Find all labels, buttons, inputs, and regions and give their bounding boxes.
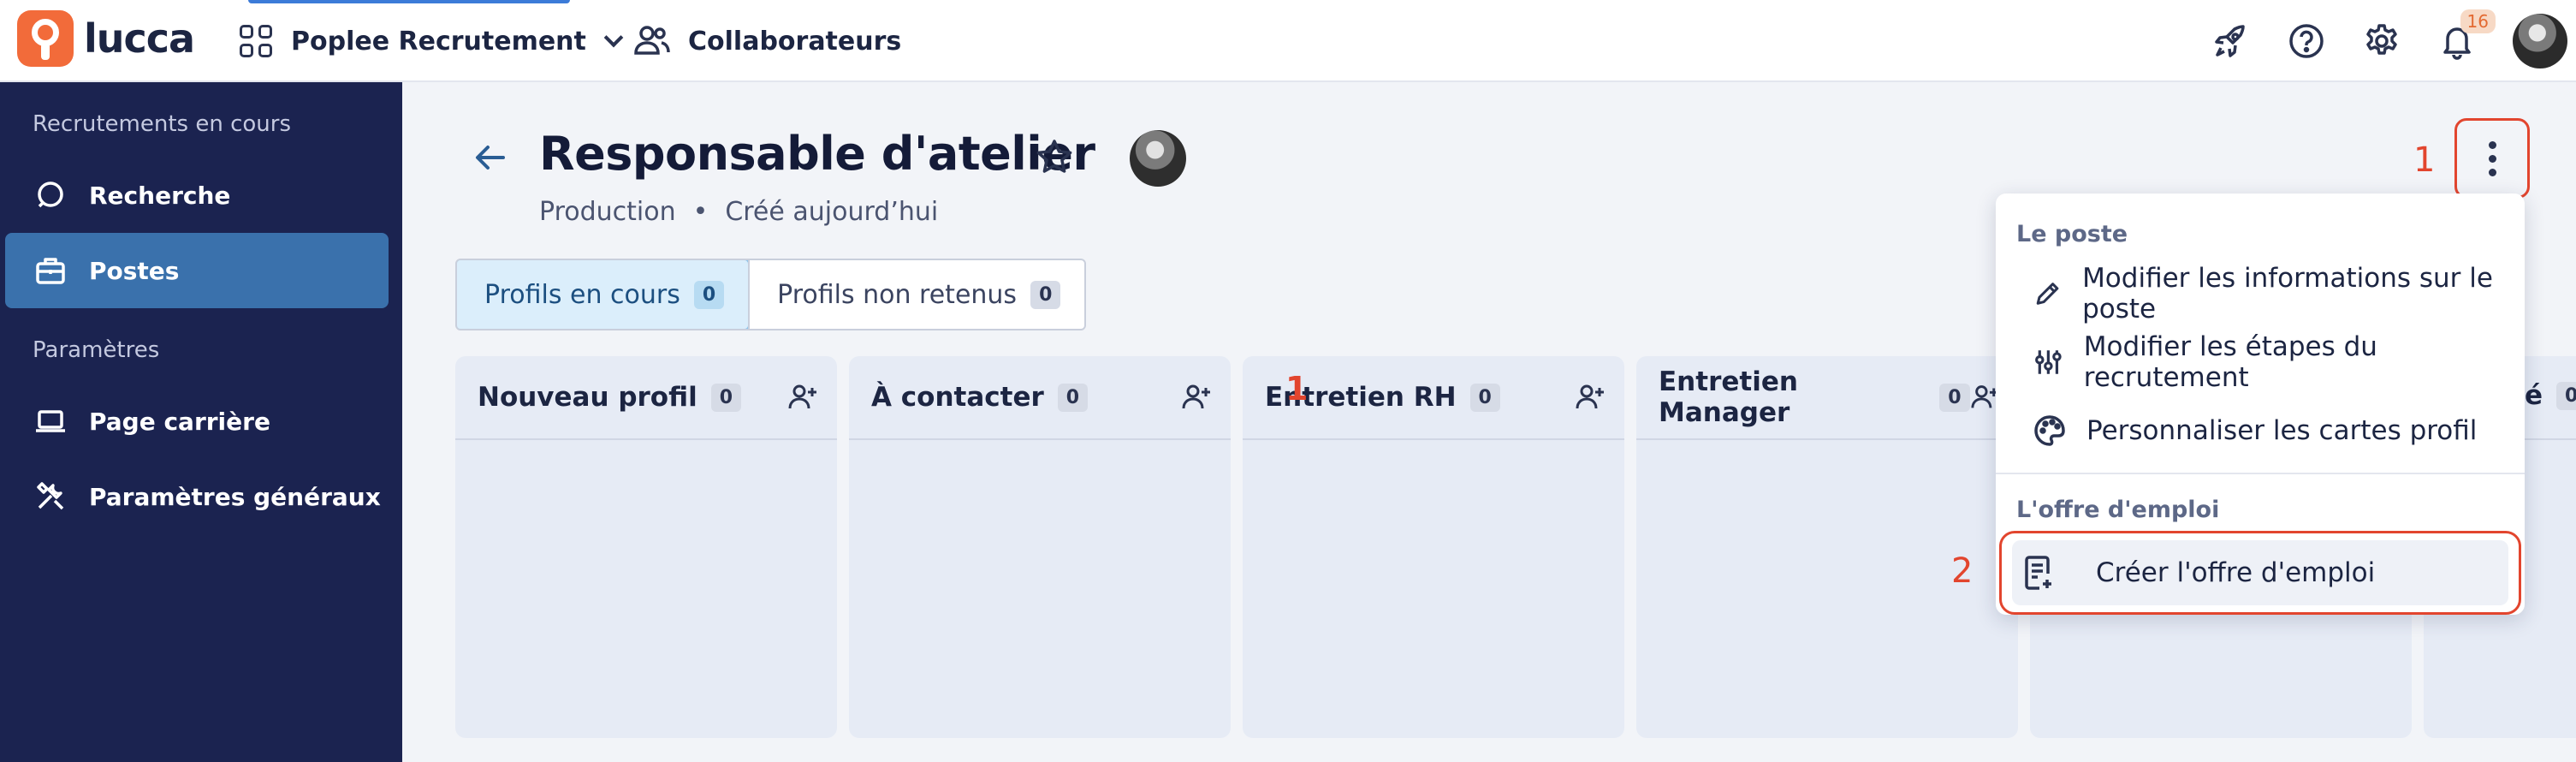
annotation-number: 1 bbox=[1285, 370, 1309, 408]
tab-label: Profils en cours bbox=[484, 279, 680, 310]
app-switcher[interactable]: Poplee Recrutement bbox=[240, 0, 624, 65]
menu-item-label: Créer l'offre d'emploi bbox=[2096, 557, 2376, 588]
sidebar-section-settings: Paramètres bbox=[33, 337, 160, 363]
column-header: Nouveau profil 0 bbox=[455, 356, 837, 440]
menu-item-edit-job-info[interactable]: Modifier les informations sur le poste bbox=[2009, 260, 2511, 327]
page-title: Responsable d'atelier bbox=[539, 127, 1095, 181]
menu-item-label: Modifier les informations sur le poste bbox=[2082, 263, 2493, 324]
bell-icon[interactable]: 16 bbox=[2437, 9, 2496, 61]
collaborators-label: Collaborateurs bbox=[688, 26, 902, 57]
job-actions-menu: Le poste Modifier les informations sur l… bbox=[1996, 193, 2525, 615]
people-icon bbox=[634, 26, 670, 55]
rocket-icon[interactable] bbox=[2211, 21, 2251, 61]
job-subtitle: Production • Créé aujourd’hui bbox=[539, 197, 938, 227]
column-title-clipped: é 0 bbox=[2525, 380, 2576, 411]
annotation-number: 2 bbox=[1951, 551, 1974, 591]
pencil-icon bbox=[2036, 283, 2059, 305]
search-icon bbox=[38, 182, 63, 208]
help-icon[interactable] bbox=[2287, 21, 2326, 61]
tab-count: 0 bbox=[1030, 280, 1061, 309]
back-arrow-icon[interactable] bbox=[472, 142, 508, 173]
column-title: Nouveau profil bbox=[478, 382, 697, 413]
separator-dot: • bbox=[692, 197, 709, 227]
add-person-icon[interactable] bbox=[787, 382, 818, 413]
user-avatar[interactable] bbox=[2513, 14, 2567, 68]
laptop-icon bbox=[36, 410, 65, 432]
column-title: é bbox=[2525, 380, 2543, 411]
column-count: 0 bbox=[1057, 383, 1089, 412]
sidebar-item-label: Recherche bbox=[89, 181, 231, 210]
menu-item-label: Modifier les étapes du recrutement bbox=[2083, 331, 2377, 393]
recruiter-avatar[interactable] bbox=[1130, 130, 1186, 187]
menu-item-customize-cards[interactable]: Personnaliser les cartes profil bbox=[2009, 397, 2511, 464]
sidebar-item-page-carriere[interactable]: Page carrière bbox=[5, 384, 389, 459]
tools-icon bbox=[37, 482, 64, 510]
tab-profils-non-retenus[interactable]: Profils non retenus 0 bbox=[748, 260, 1084, 329]
kanban-column: À contacter 0 bbox=[849, 356, 1231, 738]
app-name: Poplee Recrutement bbox=[291, 26, 586, 57]
more-options-button[interactable] bbox=[2454, 118, 2530, 199]
column-count: 0 bbox=[710, 383, 742, 412]
palette-icon bbox=[2034, 415, 2065, 446]
sidebar-item-label: Paramètres généraux bbox=[89, 482, 381, 511]
column-count: 0 bbox=[1939, 383, 1970, 412]
sidebar-item-label: Page carrière bbox=[89, 407, 270, 436]
lucca-logo[interactable]: lucca bbox=[17, 10, 195, 67]
column-header: Entretien Manager 0 bbox=[1636, 356, 2018, 440]
menu-group-label: Le poste bbox=[2016, 221, 2128, 247]
apps-grid-icon bbox=[240, 25, 272, 57]
lucca-logo-mark bbox=[17, 10, 74, 67]
sliders-icon bbox=[2035, 350, 2062, 374]
column-header: 1 Entretien RH 0 bbox=[1243, 356, 1624, 440]
sidebar-item-parametres-generaux[interactable]: Paramètres généraux bbox=[5, 459, 389, 534]
menu-group-label: L'offre d'emploi bbox=[2016, 497, 2220, 523]
sidebar-item-recherche[interactable]: Recherche bbox=[5, 158, 389, 233]
add-person-icon[interactable] bbox=[1181, 382, 1212, 413]
profile-tabs: Profils en cours 0 Profils non retenus 0 bbox=[455, 259, 1087, 330]
menu-divider bbox=[1996, 473, 2525, 474]
tab-label: Profils non retenus bbox=[777, 279, 1018, 310]
kebab-menu-icon bbox=[2488, 140, 2496, 176]
menu-item-content: Créer l'offre d'emploi bbox=[2002, 555, 2375, 591]
menu-item-label: Personnaliser les cartes profil bbox=[2086, 415, 2478, 446]
collaborators-link[interactable]: Collaborateurs bbox=[633, 17, 901, 65]
annotation-number: 1 bbox=[2413, 140, 2436, 180]
column-title: À contacter bbox=[871, 382, 1044, 413]
tab-profils-en-cours[interactable]: Profils en cours 0 bbox=[457, 260, 751, 329]
tab-count: 0 bbox=[693, 280, 725, 309]
sidebar-item-postes[interactable]: Postes bbox=[5, 233, 389, 308]
star-icon[interactable] bbox=[1034, 137, 1075, 178]
add-person-icon[interactable] bbox=[1970, 382, 1999, 413]
notification-badge: 16 bbox=[2460, 9, 2496, 33]
menu-item-edit-steps[interactable]: Modifier les étapes du recrutement bbox=[2009, 329, 2511, 396]
briefcase-icon bbox=[36, 258, 65, 284]
kanban-column: 1 Entretien RH 0 bbox=[1243, 356, 1624, 738]
top-actions: 16 bbox=[2175, 0, 2576, 82]
column-count: 0 bbox=[1469, 383, 1500, 412]
add-person-icon[interactable] bbox=[1575, 382, 1606, 413]
sidebar-item-label: Postes bbox=[89, 256, 180, 285]
chevron-down-icon bbox=[603, 27, 624, 48]
kanban-column: Entretien Manager 0 bbox=[1636, 356, 2018, 738]
gear-icon[interactable] bbox=[2362, 21, 2401, 61]
document-add-icon bbox=[2025, 556, 2051, 590]
column-header: À contacter 0 bbox=[849, 356, 1231, 440]
logo-text: lucca bbox=[84, 15, 195, 62]
column-count: 0 bbox=[2556, 381, 2576, 410]
top-bar: lucca Poplee Recrutement Collaborateurs bbox=[0, 0, 2576, 82]
menu-item-create-job-offer[interactable]: Créer l'offre d'emploi bbox=[1999, 531, 2521, 615]
column-title: Entretien Manager bbox=[1659, 366, 1798, 428]
job-created: Créé aujourd’hui bbox=[725, 197, 939, 227]
sidebar: Recrutements en cours Recherche Postes P… bbox=[0, 82, 402, 762]
kanban-column: Nouveau profil 0 bbox=[455, 356, 837, 738]
active-app-indicator bbox=[248, 0, 570, 3]
job-department: Production bbox=[539, 197, 676, 227]
sidebar-section-recruitments: Recrutements en cours bbox=[33, 111, 292, 137]
